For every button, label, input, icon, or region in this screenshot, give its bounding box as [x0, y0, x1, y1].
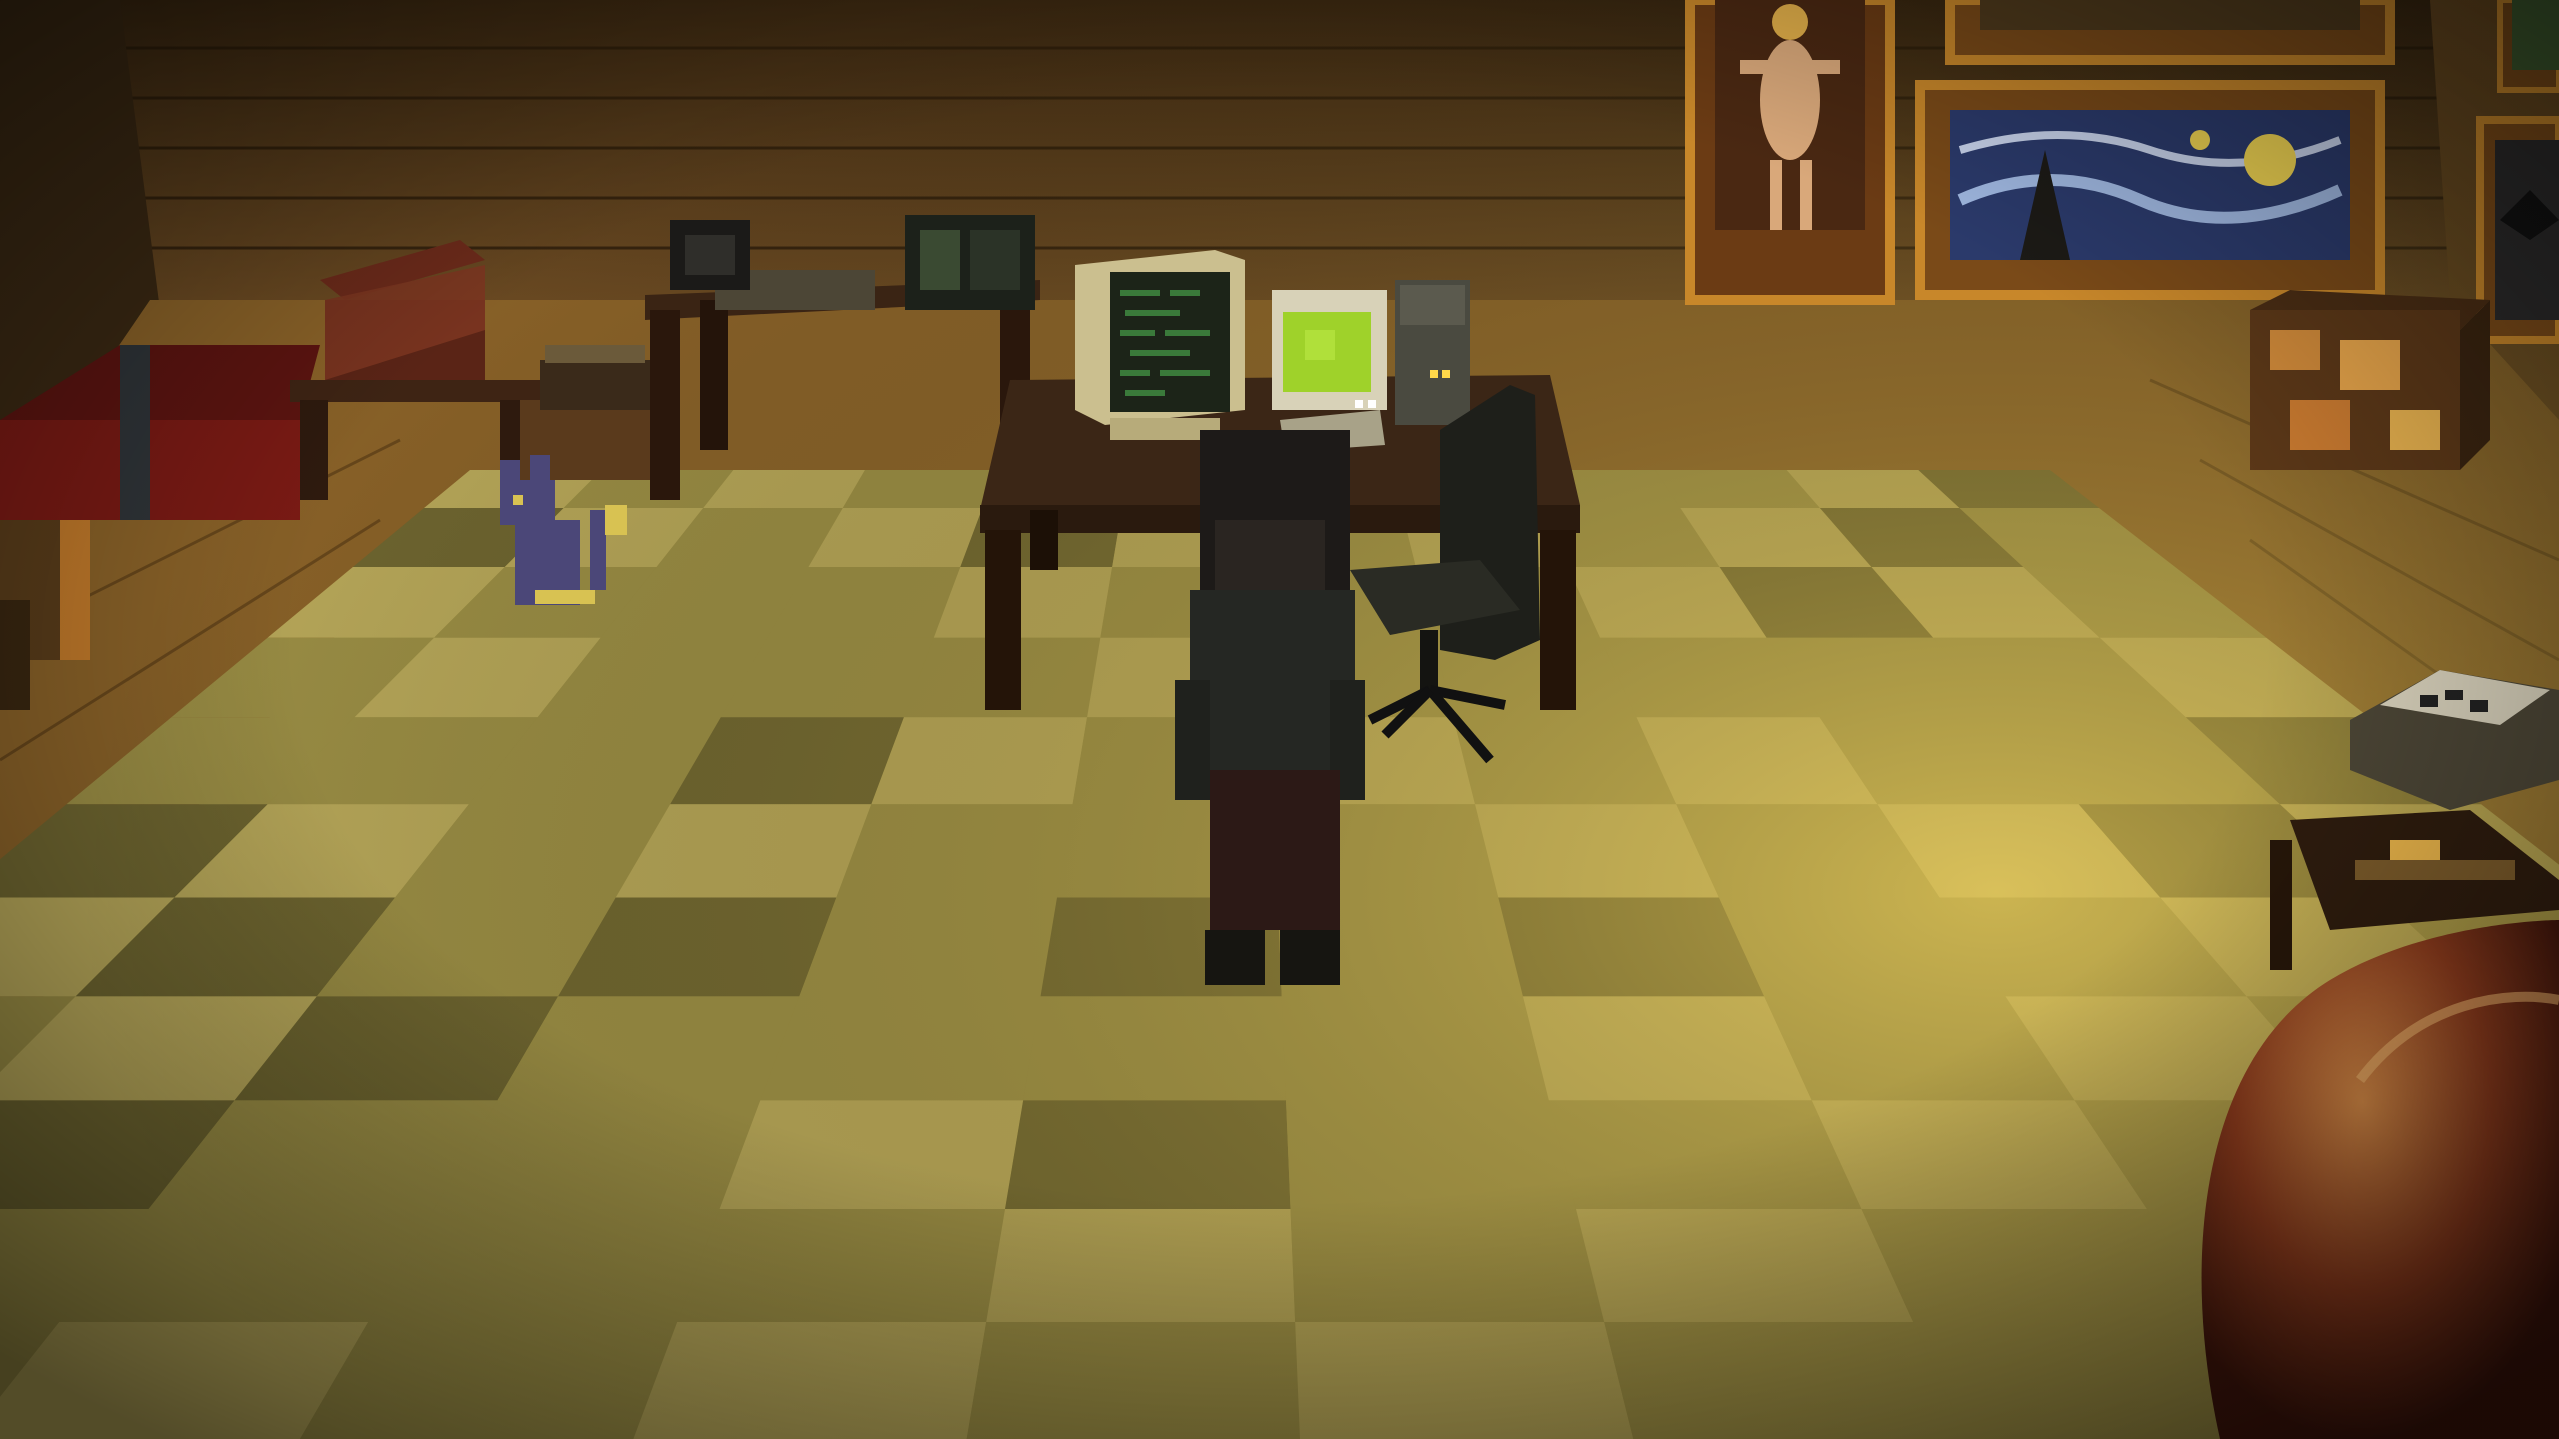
- vignette: [0, 0, 2559, 1439]
- game-viewport[interactable]: [0, 0, 2559, 1439]
